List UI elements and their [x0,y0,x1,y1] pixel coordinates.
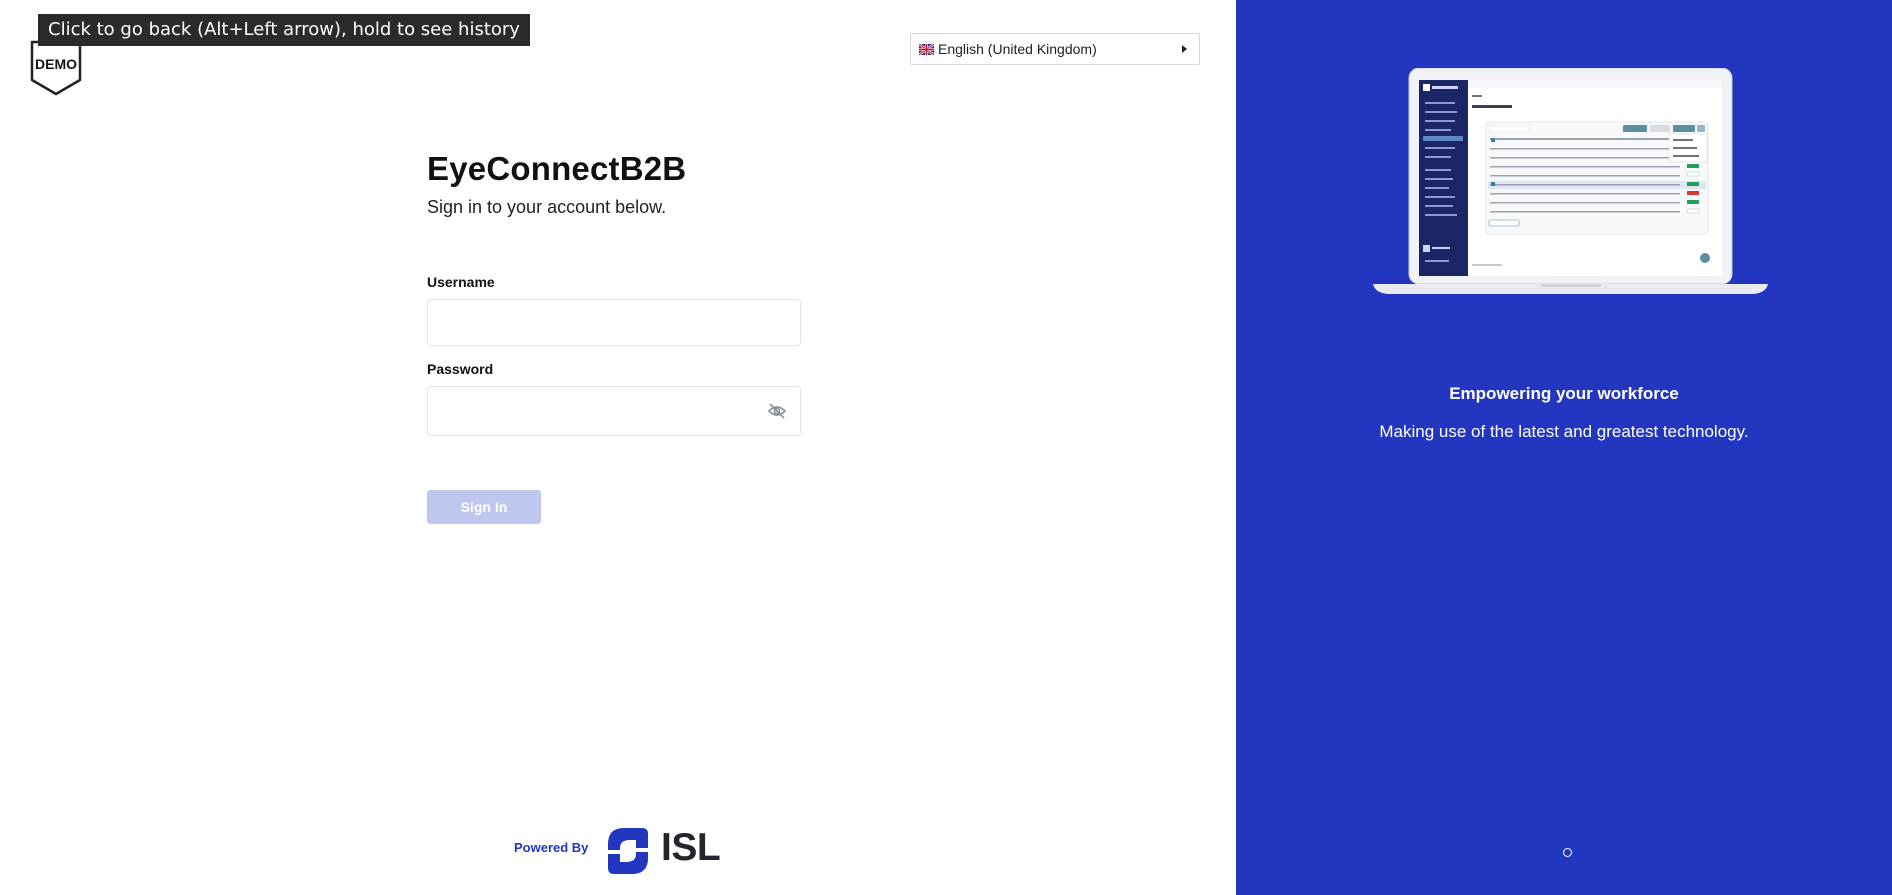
carousel-dot[interactable] [1563,848,1572,857]
laptop-illustration [1373,68,1768,294]
powered-by-label: Powered By [514,840,589,855]
demo-badge-label: DEMO [35,56,77,72]
promo-subtitle: Making use of the latest and greatest te… [1379,422,1749,441]
sign-in-button[interactable]: Sign In [427,490,541,524]
username-input[interactable] [427,299,801,346]
promo-title: Empowering your workforce [1449,384,1679,403]
username-label: Username [427,274,495,290]
isl-logo-icon [608,828,648,874]
password-input[interactable] [427,386,801,436]
uk-flag-icon [919,44,934,55]
isl-logo-text: ISL [661,826,721,869]
caret-right-icon [1182,45,1187,53]
password-label: Password [427,361,494,377]
login-subtitle: Sign in to your account below. [427,197,667,217]
language-selector-value: English (United Kingdom) [938,41,1097,57]
brand-title: EyeConnectB2B [427,150,687,187]
language-selector[interactable]: English (United Kingdom) [910,33,1200,65]
login-panel: Click to go back (Alt+Left arrow), hold … [0,0,1236,895]
eye-off-icon[interactable] [768,403,786,419]
back-tooltip: Click to go back (Alt+Left arrow), hold … [38,14,530,46]
